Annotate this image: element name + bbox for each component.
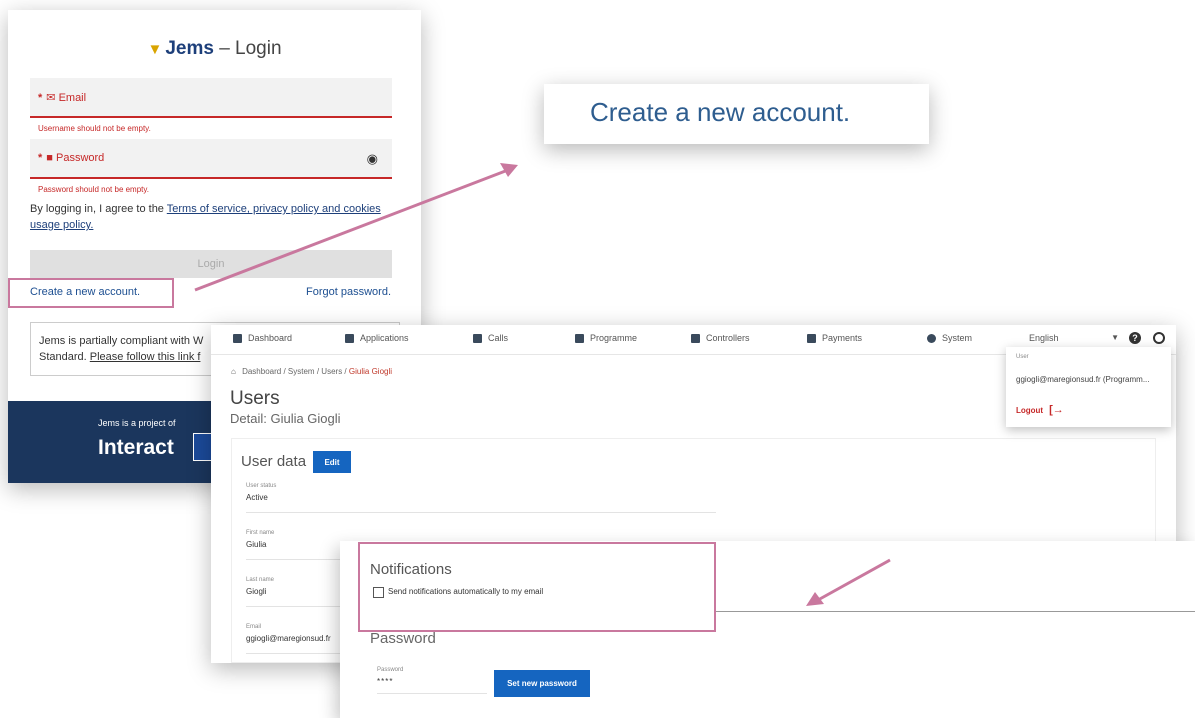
password-field-label: Password	[377, 667, 404, 673]
logout-icon: [→	[1049, 404, 1064, 416]
envelope-icon: ✉	[46, 92, 56, 104]
lock-icon: ■	[46, 152, 53, 164]
language-select[interactable]: English ▼	[1029, 333, 1119, 343]
document-icon	[345, 333, 354, 343]
nav-dashboard-label: Dashboard	[248, 333, 293, 343]
page-subtitle: Detail: Giulia Giogli	[230, 411, 341, 426]
field-value: ggiogli@maregionsud.fr	[246, 634, 331, 643]
field-value: Giogli	[246, 587, 267, 596]
nav-system[interactable]: System	[927, 333, 972, 343]
user-menu-label: User	[1016, 354, 1029, 360]
breadcrumb-current: Giulia Giogli	[348, 367, 393, 376]
breadcrumb-dashboard[interactable]: Dashboard	[242, 367, 281, 376]
login-button[interactable]: Login	[30, 250, 392, 278]
logout-label: Logout	[1016, 406, 1044, 415]
breadcrumb-sep: /	[344, 367, 347, 376]
field-value: Active	[246, 493, 268, 502]
field-label: User status	[246, 483, 277, 489]
gear-icon	[927, 333, 936, 343]
help-icon[interactable]: ?	[1129, 332, 1141, 344]
nav-programme-label: Programme	[590, 333, 638, 343]
section-divider	[715, 611, 1195, 612]
zoom-callout: Create a new account.	[544, 84, 929, 144]
nav-programme[interactable]: Programme	[575, 333, 637, 343]
email-field[interactable]: * ✉ Email	[30, 78, 392, 118]
password-field[interactable]: * ■ Password ◉	[30, 139, 392, 179]
user-menu-email: ggiogli@maregionsud.fr (Programm...	[1016, 375, 1150, 384]
nav-payments-label: Payments	[822, 333, 863, 343]
jems-logo-icon: ▼	[147, 41, 163, 58]
id-card-icon	[691, 333, 700, 343]
user-dropdown-menu: User ggiogli@maregionsud.fr (Programm...…	[1006, 347, 1171, 427]
nav-controllers[interactable]: Controllers	[691, 333, 750, 343]
eye-off-icon[interactable]: ◉	[367, 151, 378, 167]
required-star: *	[38, 92, 43, 104]
forgot-password-link[interactable]: Forgot password.	[306, 286, 391, 298]
notifications-highlight	[358, 542, 716, 632]
brand-name: Jems	[165, 38, 214, 59]
nav-calls-label: Calls	[488, 333, 509, 343]
caret-down-icon: ▼	[1111, 333, 1119, 342]
account-icon[interactable]	[1153, 332, 1165, 344]
breadcrumb: ⌂ Dashboard / System / Users / Giulia Gi…	[231, 367, 392, 376]
email-label: Email	[58, 92, 87, 104]
field-label: Email	[246, 624, 262, 630]
password-field-underline	[377, 693, 487, 694]
page-title: Users	[230, 388, 280, 409]
field-value: Giulia	[246, 540, 267, 549]
set-new-password-button[interactable]: Set new password	[494, 670, 590, 697]
create-account-highlight	[8, 278, 174, 308]
login-title-suffix: – Login	[219, 38, 282, 59]
email-error: Username should not be empty.	[38, 124, 151, 133]
dashboard-icon	[233, 333, 242, 343]
edit-button[interactable]: Edit	[313, 451, 351, 473]
field-label: Last name	[246, 577, 275, 583]
user-data-title: User data	[241, 453, 307, 470]
login-title: ▼ Jems – Login	[8, 38, 421, 60]
terms-prefix: By logging in, I agree to the	[30, 203, 167, 215]
nav-calls[interactable]: Calls	[473, 333, 508, 343]
field-label: First name	[246, 530, 275, 536]
footer-text: Jems is a project of	[98, 418, 176, 428]
arrowhead	[500, 163, 518, 177]
email-label-wrap: * ✉ Email	[38, 91, 86, 104]
password-label-wrap: * ■ Password	[38, 152, 104, 164]
password-field-value: ****	[377, 677, 394, 686]
zoom-callout-text: Create a new account.	[590, 97, 851, 127]
breadcrumb-sep: /	[316, 367, 320, 376]
required-star: *	[38, 152, 43, 164]
nav-dashboard[interactable]: Dashboard	[233, 333, 292, 343]
interact-logo: Interact	[98, 436, 174, 459]
payment-icon	[807, 333, 816, 343]
building-icon	[575, 333, 584, 343]
logout-button[interactable]: Logout [→	[1016, 404, 1064, 416]
language-value: English	[1029, 333, 1059, 343]
password-section-title: Password	[370, 630, 436, 647]
nav-system-label: System	[942, 333, 973, 343]
compliance-line2-prefix: Standard.	[39, 351, 90, 363]
nav-payments[interactable]: Payments	[807, 333, 862, 343]
megaphone-icon	[473, 333, 482, 343]
password-error: Password should not be empty.	[38, 185, 150, 194]
breadcrumb-system[interactable]: System	[288, 367, 315, 376]
nav-controllers-label: Controllers	[706, 333, 750, 343]
compliance-link[interactable]: Please follow this link f	[90, 351, 201, 363]
terms-text: By logging in, I agree to the Terms of s…	[30, 201, 400, 233]
nav-applications[interactable]: Applications	[345, 333, 409, 343]
user-status-field: User status Active	[246, 483, 716, 513]
password-label: Password	[56, 152, 105, 164]
breadcrumb-users[interactable]: Users	[321, 367, 342, 376]
nav-applications-label: Applications	[360, 333, 409, 343]
home-icon[interactable]: ⌂	[231, 367, 236, 376]
breadcrumb-sep: /	[283, 367, 286, 376]
